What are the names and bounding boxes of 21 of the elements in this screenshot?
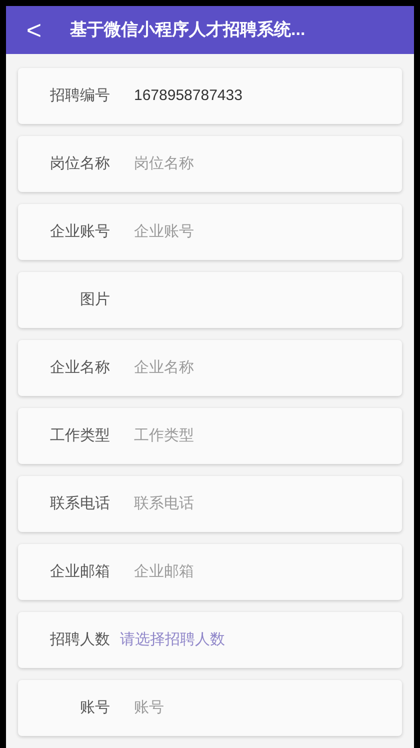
- field-label: 账号: [79, 698, 110, 718]
- input-field[interactable]: 企业账号: [134, 220, 194, 244]
- page-title: 基于微信小程序人才招聘系统...: [70, 19, 306, 42]
- field-label: 工作类型: [49, 426, 110, 446]
- select-field[interactable]: 请选择招聘人数: [120, 628, 225, 652]
- input-field[interactable]: 岗位名称: [134, 152, 194, 176]
- field-label: 企业邮箱: [49, 562, 110, 582]
- input-field[interactable]: 企业邮箱: [134, 560, 194, 584]
- field-label: 岗位名称: [49, 154, 110, 174]
- input-field[interactable]: 企业名称: [134, 356, 194, 380]
- field-label: 招聘人数: [49, 630, 110, 650]
- input-field[interactable]: 账号: [134, 696, 164, 720]
- field-value: 1678958787433: [134, 86, 242, 106]
- input-field[interactable]: 联系电话: [134, 492, 194, 516]
- field-label: 联系电话: [49, 494, 110, 514]
- input-field[interactable]: 工作类型: [134, 424, 194, 448]
- field-label: 企业名称: [49, 358, 110, 378]
- field-label: 企业账号: [49, 222, 110, 242]
- field-label: 招聘编号: [49, 86, 110, 106]
- back-button[interactable]: <: [22, 17, 46, 43]
- field-label: 图片: [79, 290, 110, 310]
